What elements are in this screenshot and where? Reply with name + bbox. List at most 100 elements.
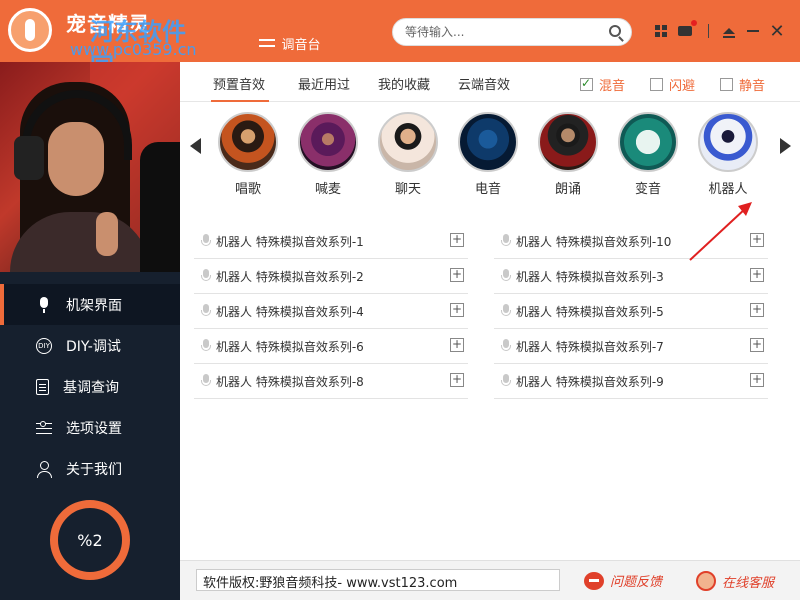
mix-checkbox[interactable]: 混音 bbox=[580, 75, 625, 94]
microphone-icon bbox=[200, 304, 212, 318]
list-item[interactable]: 机器人 特殊模拟音效系列-2 + bbox=[194, 259, 468, 294]
equalizer-icon bbox=[259, 36, 276, 50]
list-item[interactable]: 机器人 特殊模拟音效系列-4 + bbox=[194, 294, 468, 329]
tab-favorites[interactable]: 我的收藏 bbox=[378, 74, 430, 93]
list-item-label: 机器人 特殊模拟音效系列-10 bbox=[516, 234, 672, 249]
sidebar-item-label: 基调查询 bbox=[63, 379, 119, 396]
microphone-icon bbox=[200, 269, 212, 283]
singer-photo bbox=[0, 62, 180, 272]
list-item[interactable]: 机器人 特殊模拟音效系列-5 + bbox=[494, 294, 768, 329]
grid-icon[interactable] bbox=[652, 22, 670, 40]
sidebar-item-label: 关于我们 bbox=[66, 461, 122, 478]
mute-checkbox[interactable]: 静音 bbox=[720, 75, 765, 94]
settings-icon bbox=[36, 420, 52, 436]
add-icon[interactable]: + bbox=[750, 268, 764, 282]
tab-cloud[interactable]: 云端音效 bbox=[458, 74, 510, 93]
microphone-icon bbox=[500, 269, 512, 283]
effect-label: 喊麦 bbox=[314, 182, 341, 197]
effect-avatar bbox=[298, 112, 358, 172]
dodge-checkbox[interactable]: 闪避 bbox=[650, 75, 695, 94]
tab-console[interactable]: 调音台 bbox=[240, 24, 340, 62]
effect-shout[interactable]: 喊麦 bbox=[296, 112, 360, 197]
search-input[interactable] bbox=[405, 23, 601, 41]
logo-area: 宠音精灵 河东软件园 www.pc0359.cn bbox=[0, 0, 200, 81]
footer: 软件版权:野狼音频科技- www.vst123.com 问题反馈 在线客服 bbox=[180, 560, 800, 600]
annotation-arrow-icon bbox=[689, 202, 752, 261]
diy-icon: DIY bbox=[36, 337, 52, 354]
add-icon[interactable]: + bbox=[450, 233, 464, 247]
support-avatar-icon bbox=[696, 571, 716, 591]
list-item-label: 机器人 特殊模拟音效系列-2 bbox=[216, 269, 364, 284]
add-icon[interactable]: + bbox=[450, 338, 464, 352]
user-icon bbox=[36, 460, 52, 478]
effect-voice-change[interactable]: 变音 bbox=[616, 112, 680, 197]
feedback-label: 问题反馈 bbox=[610, 575, 663, 590]
search-icon[interactable] bbox=[609, 25, 621, 37]
effect-label: 聊天 bbox=[394, 182, 421, 197]
microphone-icon bbox=[500, 339, 512, 353]
list-item[interactable]: 机器人 特殊模拟音效系列-6 + bbox=[194, 329, 468, 364]
list-item[interactable]: 机器人 特殊模拟音效系列-7 + bbox=[494, 329, 768, 364]
effect-robot[interactable]: 机器人 bbox=[696, 112, 760, 197]
sub-tabs: 预置音效 最近用过 我的收藏 云端音效 混音 闪避 静音 bbox=[180, 62, 800, 102]
microphone-icon bbox=[500, 234, 512, 248]
feedback-icon bbox=[584, 571, 604, 590]
checkbox-label: 混音 bbox=[599, 79, 626, 94]
support-button[interactable]: 在线客服 bbox=[696, 571, 774, 591]
effect-label: 朗诵 bbox=[554, 182, 581, 197]
effect-avatar bbox=[458, 112, 518, 172]
feedback-button[interactable]: 问题反馈 bbox=[584, 571, 662, 590]
close-icon[interactable]: ✕ bbox=[768, 21, 786, 42]
checkbox-box[interactable] bbox=[580, 76, 593, 91]
sidebar: 机架界面 DIY DIY-调试 基调查询 选项设置 关于我们 %2 bbox=[0, 62, 180, 600]
list-item-label: 机器人 特殊模拟音效系列-6 bbox=[216, 339, 364, 354]
effect-recite[interactable]: 朗诵 bbox=[536, 112, 600, 197]
effect-sing[interactable]: 唱歌 bbox=[216, 112, 280, 197]
effect-chat[interactable]: 聊天 bbox=[376, 112, 440, 197]
minimize-icon[interactable] bbox=[744, 22, 762, 40]
add-icon[interactable]: + bbox=[450, 373, 464, 387]
sidebar-item-diy[interactable]: DIY DIY-调试 bbox=[0, 325, 180, 366]
list-item-label: 机器人 特殊模拟音效系列-5 bbox=[516, 304, 664, 319]
microphone-icon bbox=[200, 374, 212, 388]
microphone-icon bbox=[500, 374, 512, 388]
add-icon[interactable]: + bbox=[750, 373, 764, 387]
divider bbox=[708, 24, 709, 38]
top-bar: 宠音精灵 河东软件园 www.pc0359.cn 调音台 ✕ bbox=[0, 0, 800, 81]
sidebar-nav: 机架界面 DIY DIY-调试 基调查询 选项设置 关于我们 bbox=[0, 284, 180, 489]
microphone-icon bbox=[200, 339, 212, 353]
sidebar-item-label: 机架界面 bbox=[66, 297, 122, 314]
effect-label: 电音 bbox=[474, 182, 501, 197]
carousel-prev-icon[interactable] bbox=[190, 136, 206, 156]
notification-dot bbox=[691, 20, 697, 26]
eject-icon[interactable] bbox=[720, 22, 738, 40]
sidebar-item-key-query[interactable]: 基调查询 bbox=[0, 366, 180, 407]
tab-preset[interactable]: 预置音效 bbox=[213, 74, 265, 93]
tab-console-label: 调音台 bbox=[281, 37, 321, 53]
list-item-label: 机器人 特殊模拟音效系列-7 bbox=[516, 339, 664, 354]
sidebar-item-settings[interactable]: 选项设置 bbox=[0, 407, 180, 448]
sidebar-item-about[interactable]: 关于我们 bbox=[0, 448, 180, 489]
watermark-site: www.pc0359.cn bbox=[70, 40, 197, 59]
list-item-label: 机器人 特殊模拟音效系列-4 bbox=[216, 304, 364, 319]
sidebar-item-rack[interactable]: 机架界面 bbox=[0, 284, 180, 325]
list-item[interactable]: 机器人 特殊模拟音效系列-9 + bbox=[494, 364, 768, 399]
add-icon[interactable]: + bbox=[750, 303, 764, 317]
list-item[interactable]: 机器人 特殊模拟音效系列-8 + bbox=[194, 364, 468, 399]
add-icon[interactable]: + bbox=[750, 338, 764, 352]
checkbox-label: 静音 bbox=[739, 79, 766, 94]
microphone-icon bbox=[200, 234, 212, 248]
effect-electronic[interactable]: 电音 bbox=[456, 112, 520, 197]
checkbox-box[interactable] bbox=[720, 78, 733, 91]
add-icon[interactable]: + bbox=[450, 303, 464, 317]
tab-recent[interactable]: 最近用过 bbox=[298, 74, 350, 93]
effect-label: 唱歌 bbox=[234, 182, 261, 197]
sidebar-item-label: 选项设置 bbox=[66, 420, 122, 437]
level-ring: %2 bbox=[50, 500, 130, 580]
sidebar-item-label: DIY-调试 bbox=[66, 338, 121, 355]
list-item[interactable]: 机器人 特殊模拟音效系列-1 + bbox=[194, 224, 468, 259]
add-icon[interactable]: + bbox=[450, 268, 464, 282]
effect-avatar bbox=[618, 112, 678, 172]
checkbox-box[interactable] bbox=[650, 78, 663, 91]
carousel-next-icon[interactable] bbox=[778, 136, 794, 156]
